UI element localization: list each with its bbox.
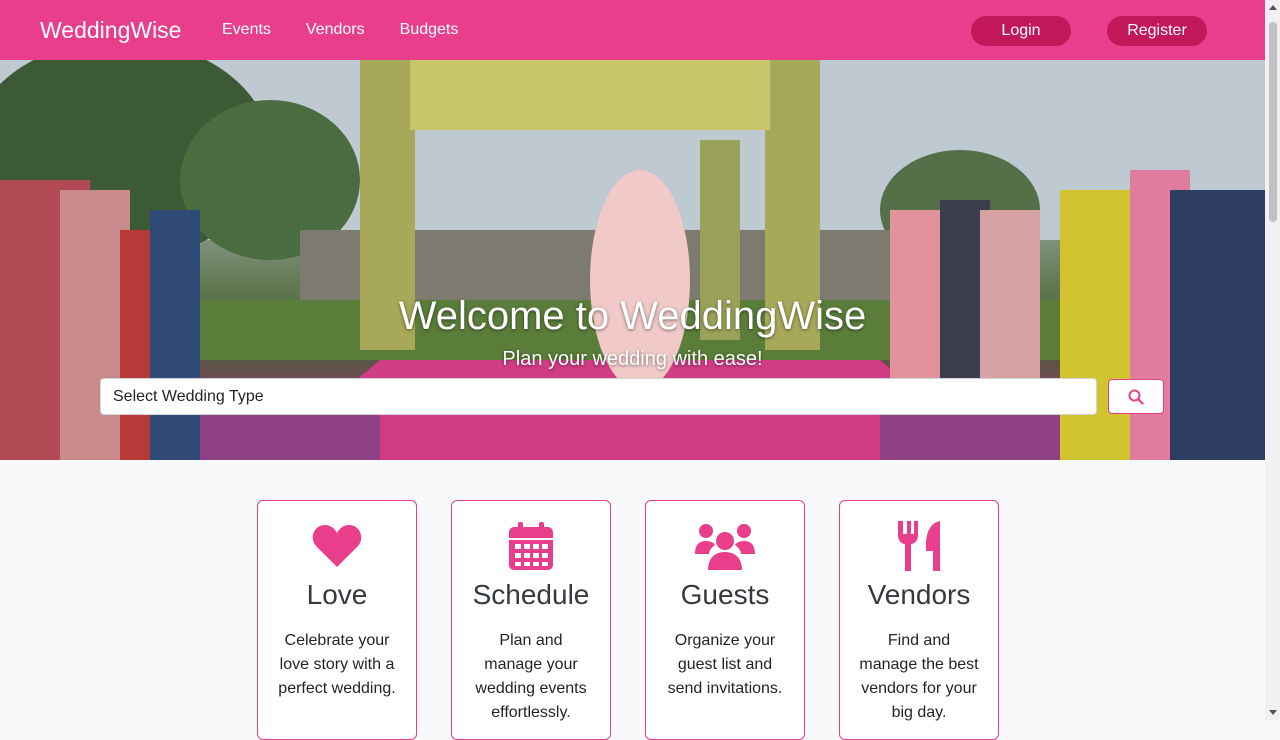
nav-link-events[interactable]: Events	[222, 18, 271, 42]
wedding-type-select[interactable]: Select Wedding Type	[100, 378, 1097, 415]
card-text: Celebrate your love story with a perfect…	[278, 632, 396, 697]
card-text: Find and manage the best vendors for you…	[859, 632, 979, 721]
hero-title: Welcome to WeddingWise	[398, 294, 867, 338]
utensils-icon	[898, 521, 940, 571]
card-text: Organize your guest list and send invita…	[667, 632, 783, 697]
scroll-down-arrow-icon[interactable]	[1265, 705, 1280, 720]
calendar-icon	[509, 522, 553, 570]
nav-link-budgets[interactable]: Budgets	[400, 18, 459, 42]
hero-banner: Welcome to WeddingWise Plan your wedding…	[0, 60, 1265, 460]
login-button[interactable]: Login	[971, 16, 1071, 46]
feature-card-love: Love Celebrate your love story with a pe…	[257, 500, 417, 740]
heart-icon	[312, 525, 362, 567]
card-title: Vendors	[867, 579, 971, 610]
feature-card-schedule: Schedule Plan and manage your wedding ev…	[451, 500, 611, 740]
feature-card-vendors: Vendors Find and manage the best vendors…	[839, 500, 999, 740]
feature-card-guests: Guests Organize your guest list and send…	[645, 500, 805, 740]
features-section: Love Celebrate your love story with a pe…	[257, 500, 999, 740]
scroll-up-arrow-icon[interactable]	[1265, 0, 1280, 15]
search-icon	[1128, 389, 1144, 405]
card-title: Love	[306, 579, 368, 610]
nav-link-vendors[interactable]: Vendors	[306, 18, 365, 42]
register-button[interactable]: Register	[1107, 16, 1207, 46]
page-scrollbar[interactable]	[1265, 0, 1280, 720]
nav-links: Events Vendors Budgets	[222, 18, 493, 42]
card-text: Plan and manage your wedding events effo…	[475, 632, 587, 721]
hero-subtitle: Plan your wedding with ease!	[502, 348, 763, 370]
card-title: Schedule	[472, 579, 590, 610]
users-icon	[695, 524, 755, 570]
search-button[interactable]	[1108, 379, 1164, 414]
navbar: WeddingWise Events Vendors Budgets Login…	[0, 0, 1265, 60]
scrollbar-thumb[interactable]	[1269, 22, 1277, 222]
card-title: Guests	[680, 579, 770, 610]
brand-logo[interactable]: WeddingWise	[40, 14, 181, 46]
